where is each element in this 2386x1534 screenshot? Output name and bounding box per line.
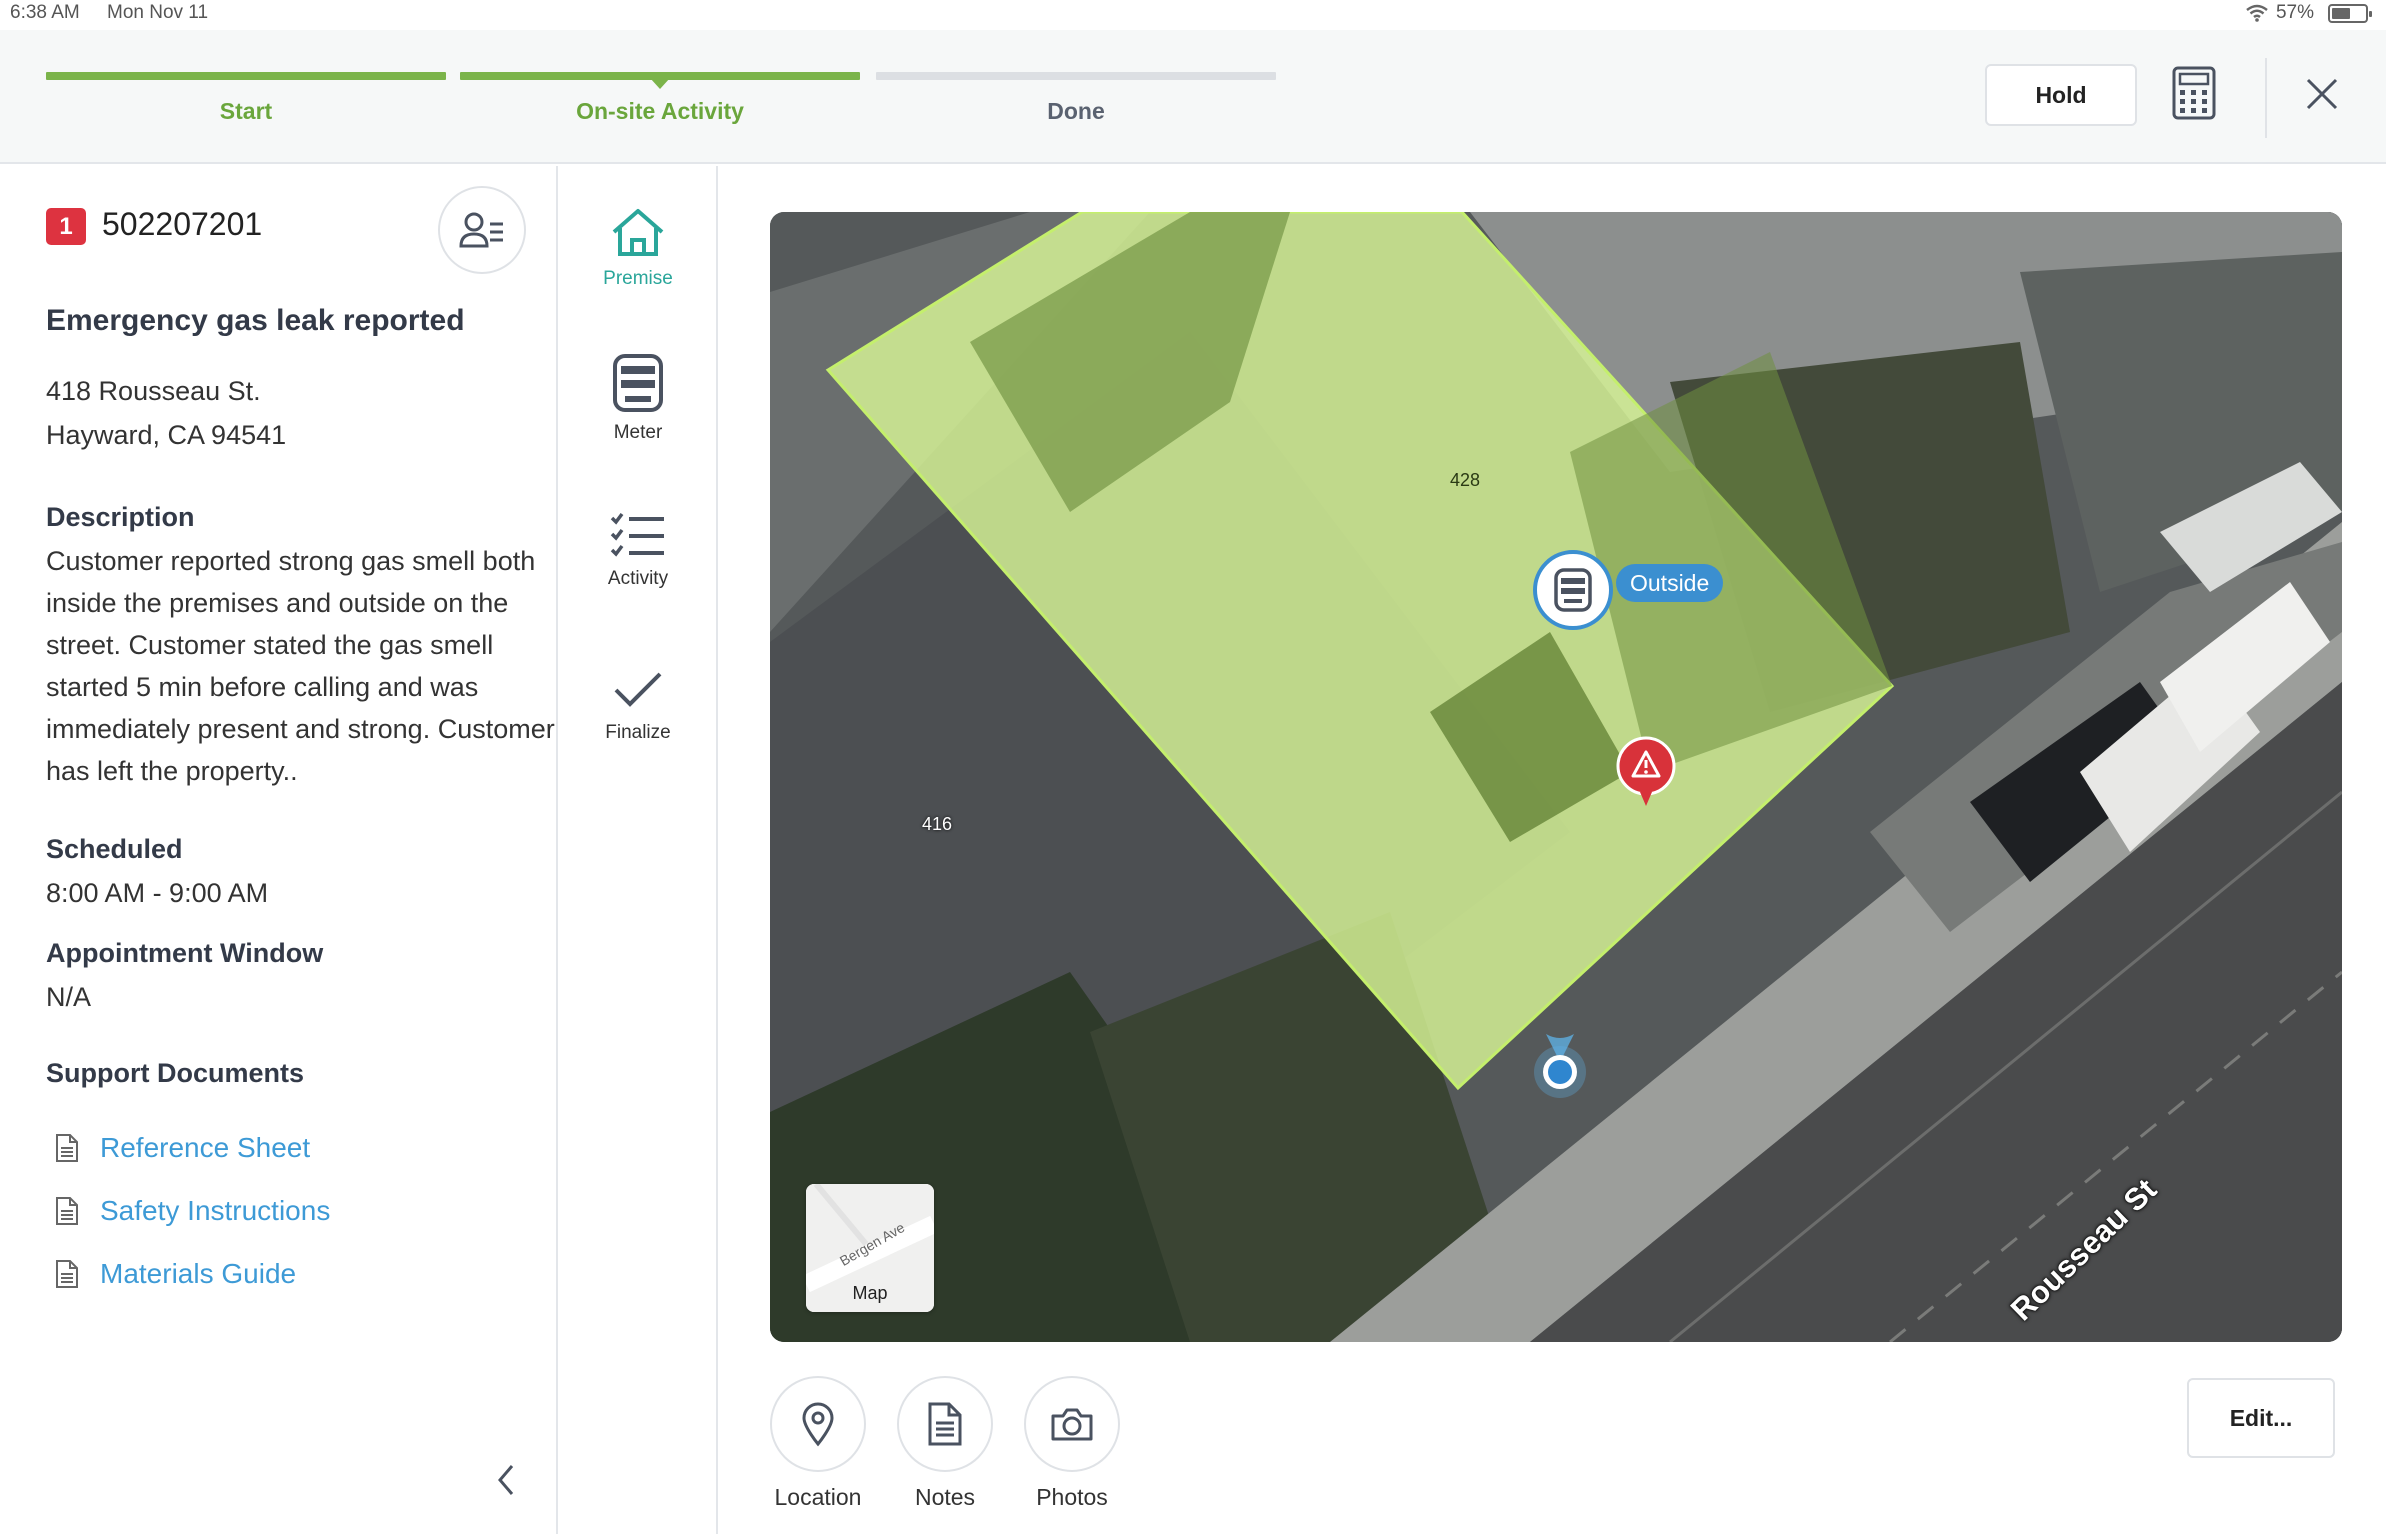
nav-item-activity[interactable]: Activity <box>558 512 718 590</box>
appointment-heading: Appointment Window <box>46 938 324 968</box>
parcel-number-label: 416 <box>922 814 953 834</box>
nav-label-finalize: Finalize <box>605 722 671 743</box>
user-list-icon <box>459 212 503 248</box>
meter-pin[interactable] <box>1533 550 1613 630</box>
scheduled-value: 8:00 AM - 9:00 AM <box>46 878 269 908</box>
appointment-value: N/A <box>46 982 92 1012</box>
camera-icon <box>1051 1408 1093 1441</box>
status-time: 6:38 AM <box>10 2 80 23</box>
notes-label: Notes <box>914 1484 976 1510</box>
description-text: Customer reported strong gas smell both … <box>46 546 555 786</box>
address-line-1: 418 Rousseau St. <box>46 376 261 406</box>
step-start-bar <box>46 72 446 80</box>
nav-label-activity: Activity <box>607 568 669 589</box>
edit-button[interactable]: Edit... <box>2187 1378 2335 1458</box>
document-link[interactable]: Reference Sheet <box>54 1132 310 1164</box>
notes-icon <box>928 1402 962 1446</box>
notes-button[interactable]: Notes <box>895 1376 995 1511</box>
step-done[interactable]: Done <box>876 72 1276 125</box>
warning-pin-icon[interactable] <box>1614 736 1678 810</box>
job-title: Emergency gas leak reported <box>46 304 465 337</box>
scheduled-heading: Scheduled <box>46 834 183 864</box>
meter-icon <box>613 354 663 412</box>
battery-icon <box>2328 3 2372 23</box>
photos-button[interactable]: Photos <box>1022 1376 1122 1511</box>
nav-label-meter: Meter <box>613 422 663 443</box>
document-link-label[interactable]: Safety Instructions <box>100 1195 330 1227</box>
house-icon <box>612 209 664 256</box>
step-start-label: Start <box>219 98 273 124</box>
section-nav: Premise Meter Activity Finalize <box>558 166 718 1534</box>
document-link-label[interactable]: Materials Guide <box>100 1258 296 1290</box>
nav-item-finalize[interactable]: Finalize <box>558 666 718 744</box>
status-date: Mon Nov 11 <box>107 2 209 23</box>
nav-item-premise[interactable]: Premise <box>558 206 718 290</box>
checkmark-icon <box>614 672 662 707</box>
meter-location-tag: Outside <box>1616 564 1724 602</box>
nav-label-premise: Premise <box>603 268 673 289</box>
close-icon[interactable] <box>2300 72 2344 116</box>
current-step-caret <box>650 78 670 89</box>
document-icon <box>56 1197 78 1225</box>
assign-user-button[interactable] <box>438 186 526 274</box>
workflow-header: Start On-site Activity Done Hold <box>0 30 2386 164</box>
battery-percent: 57% <box>2275 2 2314 23</box>
document-link[interactable]: Safety Instructions <box>54 1195 330 1227</box>
location-button[interactable]: Location <box>768 1376 868 1511</box>
priority-badge: 1 <box>46 208 86 245</box>
status-right: 57% <box>2246 2 2372 24</box>
photos-button-circle[interactable] <box>1024 1376 1120 1472</box>
satellite-map[interactable]: 428 416 Outside Rousseau St Bergen Ave M… <box>770 212 2342 1342</box>
header-divider <box>2265 58 2267 138</box>
document-icon <box>56 1260 78 1288</box>
photos-label: Photos <box>1036 1484 1108 1510</box>
map-type-toggle[interactable]: Bergen Ave Map <box>806 1184 934 1312</box>
checklist-icon <box>610 512 664 557</box>
notes-button-circle[interactable] <box>897 1376 993 1472</box>
step-done-label: Done <box>1047 98 1105 124</box>
status-bar: 6:38 AM Mon Nov 11 57% <box>0 0 2386 30</box>
document-icon <box>56 1134 78 1162</box>
calculator-icon[interactable] <box>2170 66 2220 122</box>
battery-fill <box>2332 7 2350 19</box>
collapse-panel-icon[interactable] <box>490 1456 522 1504</box>
support-documents-heading: Support Documents <box>46 1058 305 1088</box>
work-order-panel: 1 502207201 Emergency gas leak reported … <box>0 166 558 1534</box>
meter-icon <box>1554 568 1592 612</box>
document-link-label[interactable]: Reference Sheet <box>100 1132 310 1164</box>
map-toggle-label: Map <box>852 1283 888 1303</box>
current-location-icon <box>1520 1032 1600 1112</box>
step-onsite-activity[interactable]: On-site Activity <box>460 72 860 125</box>
description-heading: Description <box>46 502 195 532</box>
step-onsite-label: On-site Activity <box>576 98 744 124</box>
step-done-bar <box>876 72 1276 80</box>
location-button-circle[interactable] <box>770 1376 866 1472</box>
wifi-icon <box>2246 4 2268 22</box>
parcel-number-label: 428 <box>1450 470 1481 490</box>
nav-item-meter[interactable]: Meter <box>558 352 718 444</box>
hold-button[interactable]: Hold <box>1985 64 2137 126</box>
order-number: 502207201 <box>102 206 263 242</box>
satellite-imagery <box>770 212 2342 1342</box>
location-pin-icon <box>802 1402 834 1447</box>
location-label: Location <box>774 1484 862 1510</box>
step-start[interactable]: Start <box>46 72 446 125</box>
document-link[interactable]: Materials Guide <box>54 1258 296 1290</box>
address-line-2: Hayward, CA 94541 <box>46 420 287 450</box>
